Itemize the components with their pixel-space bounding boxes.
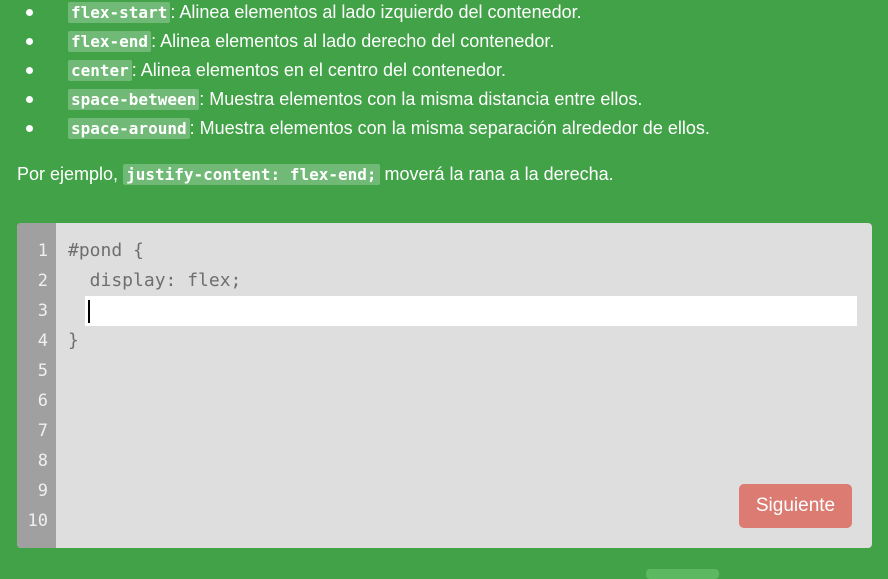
line-number: 9 bbox=[37, 481, 48, 501]
bullet-icon bbox=[26, 125, 33, 132]
line-number: 6 bbox=[37, 391, 48, 411]
value-description: : Alinea elementos al lado izquierdo del… bbox=[170, 2, 582, 22]
line-number: 5 bbox=[37, 361, 48, 381]
list-item-space-between: space-between: Muestra elementos con la … bbox=[26, 87, 710, 116]
line-number: 3 bbox=[37, 301, 48, 321]
keyword-code: flex-end bbox=[68, 31, 152, 52]
list-item-center: center: Alinea elementos en el centro de… bbox=[26, 58, 710, 87]
line-number-gutter: 1 2 3 4 5 6 7 8 9 10 bbox=[17, 223, 56, 548]
code-line-closing-brace: } bbox=[68, 330, 79, 351]
keyword-code: flex-start bbox=[68, 2, 171, 23]
value-description: : Alinea elementos al lado derecho del c… bbox=[151, 31, 555, 51]
example-prefix: Por ejemplo, bbox=[17, 164, 124, 184]
list-item-flex-end: flex-end: Alinea elementos al lado derec… bbox=[26, 29, 710, 58]
bullet-icon bbox=[26, 96, 33, 103]
text-cursor bbox=[88, 300, 90, 323]
example-code: justify-content: flex-end; bbox=[123, 164, 380, 185]
list-item-space-around: space-around: Muestra elementos con la m… bbox=[26, 116, 710, 145]
code-editor: 1 2 3 4 5 6 7 8 9 10 #pond { display: fl… bbox=[17, 223, 872, 548]
css-answer-input[interactable] bbox=[85, 296, 857, 326]
value-description: : Alinea elementos en el centro del cont… bbox=[131, 60, 507, 80]
next-button[interactable]: Siguiente bbox=[739, 484, 852, 528]
bottom-tab[interactable] bbox=[646, 569, 719, 579]
keyword-code: space-between bbox=[68, 89, 200, 110]
bullet-icon bbox=[26, 9, 33, 16]
line-number: 10 bbox=[27, 511, 48, 531]
value-description: : Muestra elementos con la misma separac… bbox=[189, 118, 710, 138]
list-item-flex-start: flex-start: Alinea elementos al lado izq… bbox=[26, 0, 710, 29]
bullet-icon bbox=[26, 38, 33, 45]
line-number: 4 bbox=[37, 331, 48, 351]
code-line-selector: #pond { bbox=[68, 240, 144, 261]
line-number: 2 bbox=[37, 271, 48, 291]
line-number: 1 bbox=[37, 241, 48, 261]
keyword-code: center bbox=[68, 60, 132, 81]
line-number: 8 bbox=[37, 451, 48, 471]
value-description: : Muestra elementos con la misma distanc… bbox=[199, 89, 643, 109]
line-number: 7 bbox=[37, 421, 48, 441]
code-line-display: display: flex; bbox=[68, 270, 242, 291]
justify-content-values-list: flex-start: Alinea elementos al lado izq… bbox=[26, 0, 710, 145]
example-sentence: Por ejemplo, justify-content: flex-end; … bbox=[17, 162, 614, 187]
keyword-code: space-around bbox=[68, 118, 190, 139]
bullet-icon bbox=[26, 67, 33, 74]
example-suffix: moverá la rana a la derecha. bbox=[379, 164, 614, 184]
